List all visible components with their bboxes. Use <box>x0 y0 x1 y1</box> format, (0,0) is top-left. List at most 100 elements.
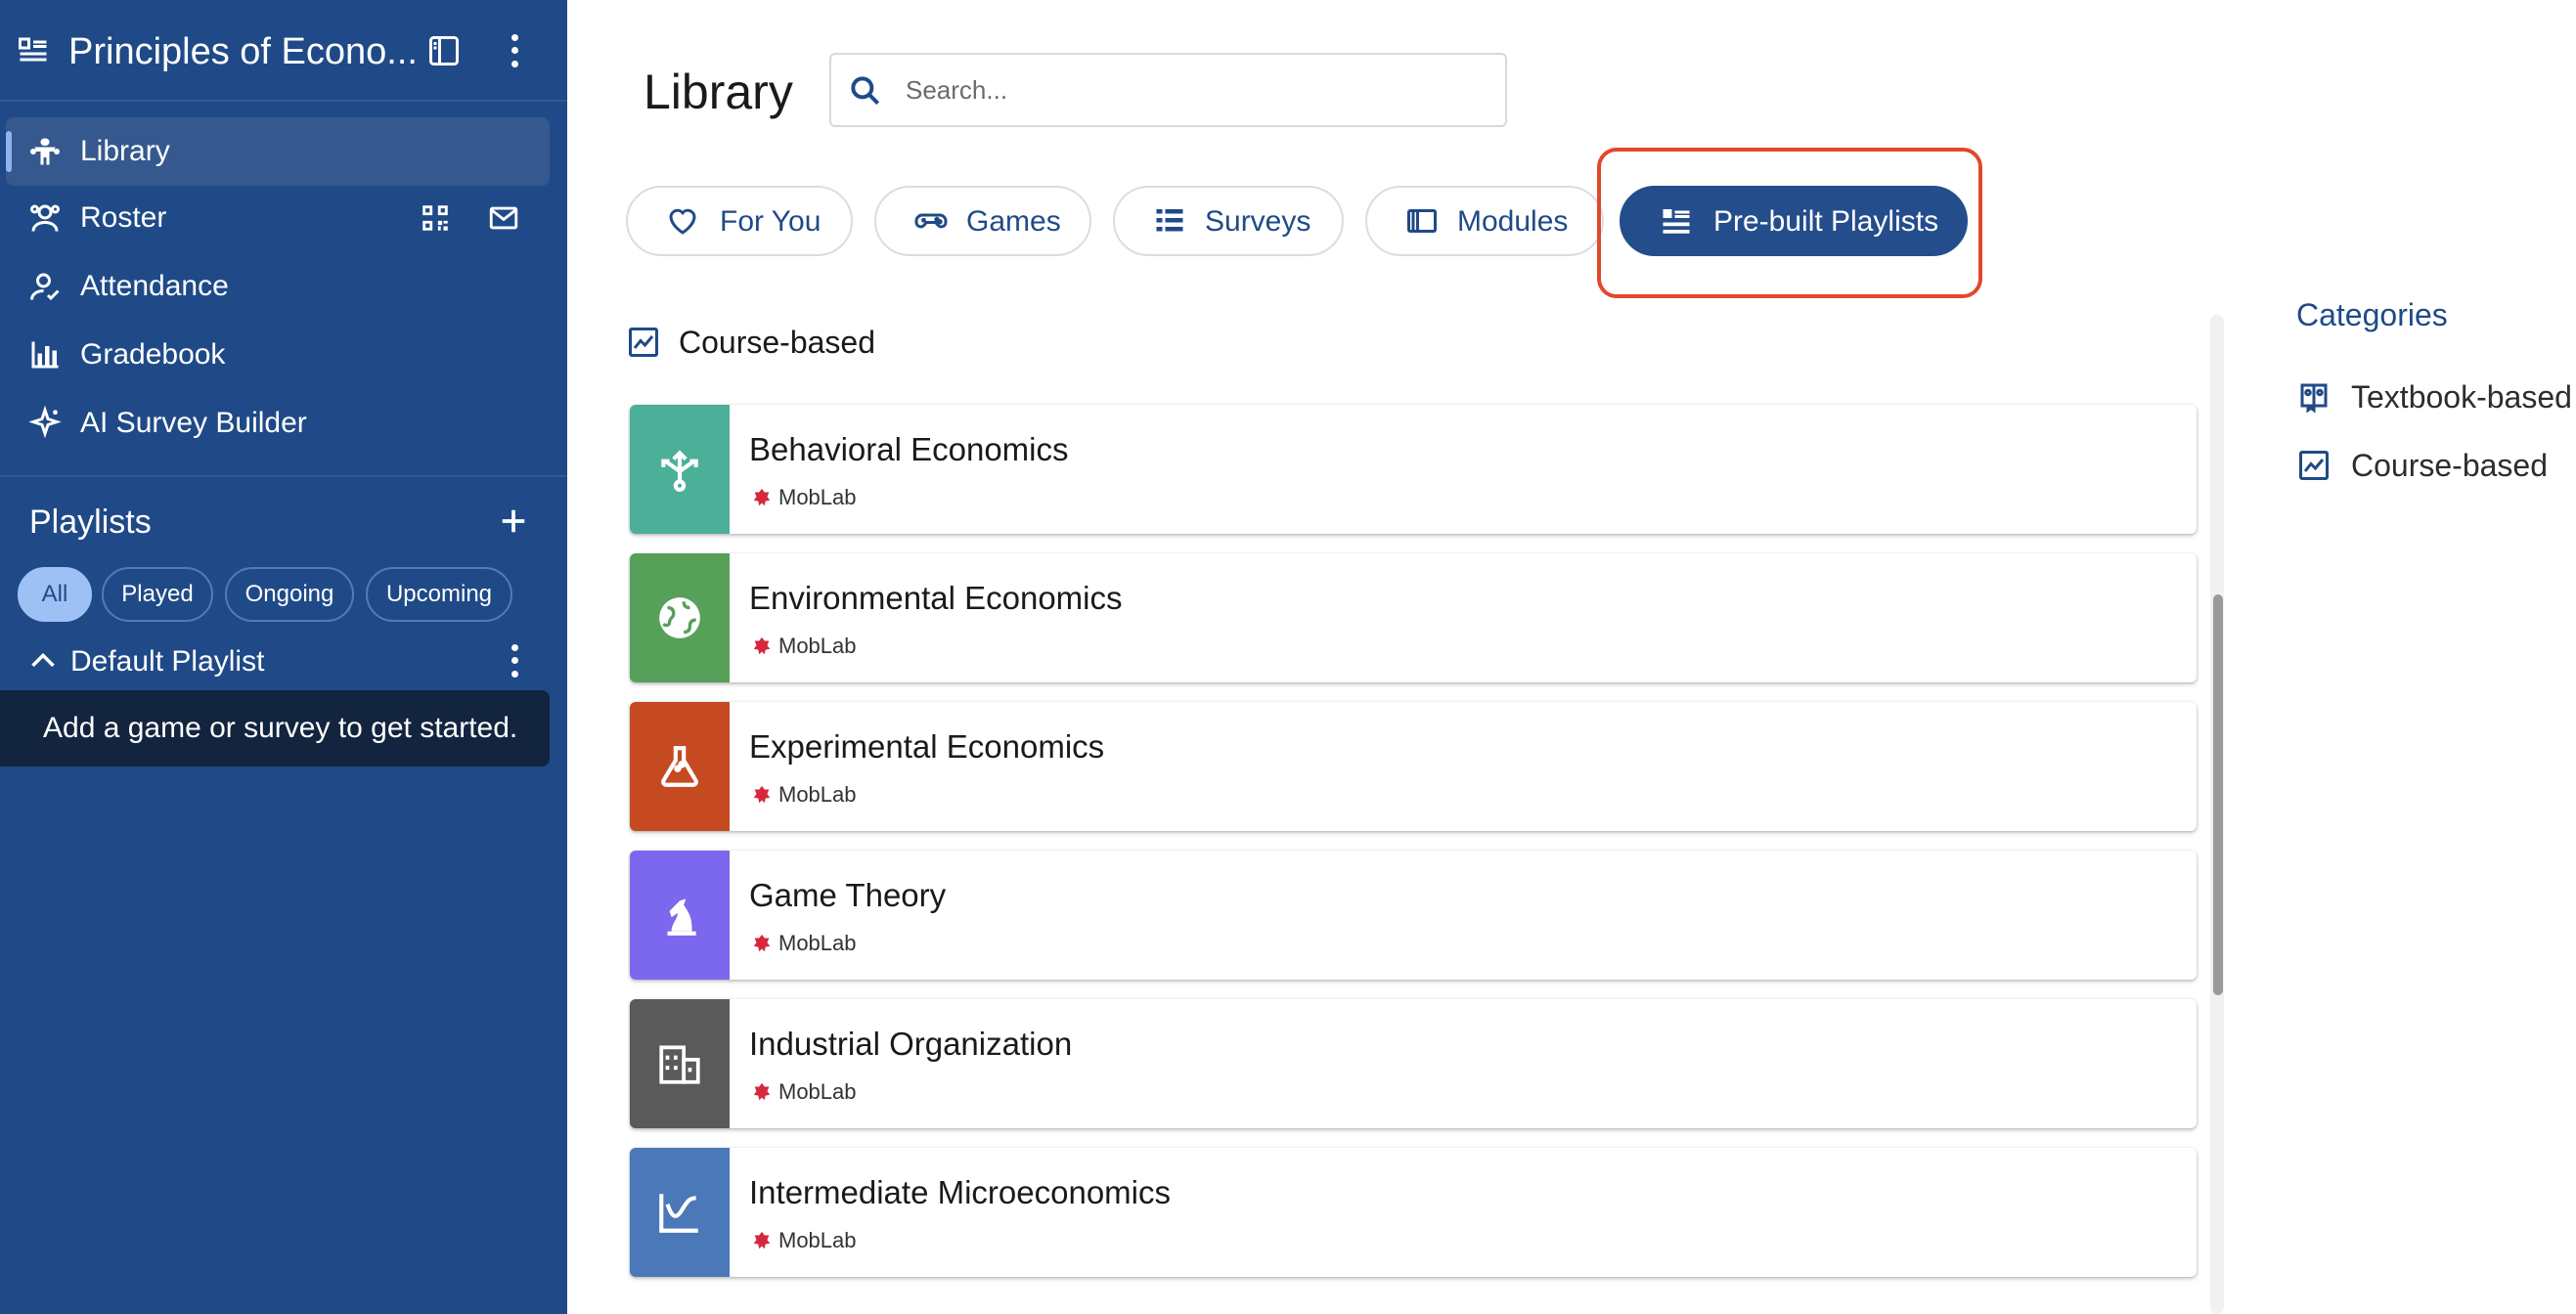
sidebar-collapse-icon[interactable] <box>426 33 462 68</box>
tab-modules[interactable]: Modules <box>1365 186 1604 256</box>
tab-label: Pre-built Playlists <box>1713 205 1939 238</box>
playlist-card[interactable]: Environmental Economics MobLab <box>630 553 2197 682</box>
course-menu-icon[interactable] <box>505 31 524 70</box>
filter-all[interactable]: All <box>18 567 92 622</box>
chevron-up-icon[interactable] <box>29 649 57 671</box>
playlist-menu-icon[interactable] <box>505 641 524 680</box>
filter-ongoing[interactable]: Ongoing <box>225 567 354 622</box>
moblab-logo-icon <box>753 488 771 506</box>
attendance-icon <box>30 273 60 301</box>
tab-label: Games <box>966 205 1061 238</box>
scrollbar-thumb[interactable] <box>2213 594 2223 995</box>
playlist-title: Industrial Organization <box>749 1026 1073 1062</box>
sidebar-item-ai-survey-builder[interactable]: AI Survey Builder <box>0 389 550 458</box>
sidebar-item-label: Attendance <box>80 270 229 302</box>
search-input[interactable] <box>906 68 1492 111</box>
heart-icon <box>669 208 696 235</box>
flask-icon <box>661 746 698 787</box>
playlist-card[interactable]: Game Theory MobLab <box>630 851 2197 980</box>
playlist-title: Game Theory <box>749 877 947 913</box>
list-icon <box>1156 209 1183 232</box>
playlist-thumbnail <box>630 405 730 534</box>
roster-icon <box>30 204 60 232</box>
filter-upcoming[interactable]: Upcoming <box>366 567 512 622</box>
sidebar-item-label: Roster <box>80 201 167 234</box>
playlist-thumbnail <box>630 553 730 682</box>
sidebar-item-attendance[interactable]: Attendance <box>0 252 550 321</box>
category-label: Course-based <box>2351 448 2548 483</box>
chart-icon <box>629 328 658 357</box>
gradebook-icon <box>31 341 59 369</box>
main-content: Library For You Games Surveys Modules <box>567 0 2576 1314</box>
playlist-title: Intermediate Microeconomics <box>749 1174 1171 1210</box>
add-playlist-icon[interactable] <box>499 506 528 536</box>
category-label: Textbook-based <box>2351 379 2572 415</box>
playlist-title: Experimental Economics <box>749 728 1105 765</box>
sidebar-item-label: Gradebook <box>80 338 226 371</box>
building-icon <box>659 1045 700 1084</box>
playlist-thumbnail <box>630 999 730 1128</box>
tab-for-you[interactable]: For You <box>626 186 853 256</box>
active-indicator <box>6 131 12 172</box>
moblab-logo-icon <box>753 1231 771 1249</box>
playlist-card[interactable]: Behavioral Economics MobLab <box>630 405 2197 534</box>
sidebar-divider <box>0 475 567 477</box>
page-title: Library <box>644 65 793 119</box>
qr-code-icon[interactable] <box>419 201 452 235</box>
sidebar-item-label: Library <box>80 135 170 167</box>
playlist-icon <box>1663 209 1690 234</box>
tab-pre-built-playlists[interactable]: Pre-built Playlists <box>1620 186 1968 256</box>
tab-label: Surveys <box>1205 205 1311 238</box>
filter-played[interactable]: Played <box>102 567 213 622</box>
default-playlist-title: Default Playlist <box>70 645 265 678</box>
playlist-provider: MobLab <box>778 485 857 509</box>
course-title[interactable]: Principles of Econo... <box>68 29 418 74</box>
sidebar-item-label: AI Survey Builder <box>80 407 307 439</box>
playlist-card[interactable]: Intermediate Microeconomics MobLab <box>630 1148 2197 1277</box>
search-box[interactable] <box>829 53 1507 127</box>
moblab-logo-icon <box>753 636 771 655</box>
mail-icon[interactable] <box>487 201 520 235</box>
playlist-thumbnail <box>630 851 730 980</box>
playlist-card[interactable]: Industrial Organization MobLab <box>630 999 2197 1128</box>
chart-icon <box>2299 451 2329 480</box>
playlist-list: Behavioral Economics MobLab Environmenta… <box>628 401 2202 1314</box>
sidebar-item-library[interactable]: Library <box>6 117 550 186</box>
moblab-logo-icon <box>753 785 771 804</box>
playlist-thumbnail <box>630 1148 730 1277</box>
playlist-provider: MobLab <box>778 1228 857 1252</box>
library-icon <box>30 138 60 165</box>
playlist-card[interactable]: Experimental Economics MobLab <box>630 702 2197 831</box>
gamepad-icon <box>914 213 948 229</box>
tab-label: Modules <box>1457 205 1569 238</box>
tab-label: For You <box>720 205 822 238</box>
playlist-thumbnail <box>630 702 730 831</box>
textbook-icon <box>2300 383 2328 414</box>
sidebar: Principles of Econo... Library Roster At… <box>0 0 567 1314</box>
playlist-title: Behavioral Economics <box>749 431 1069 467</box>
sparkle-icon <box>28 406 62 439</box>
playlist-provider: MobLab <box>778 1079 857 1104</box>
moblab-logo-icon <box>753 1082 771 1101</box>
empty-playlist-message: Add a game or survey to get started. <box>0 690 550 766</box>
section-title: Course-based <box>679 325 875 360</box>
categories-heading: Categories <box>2296 297 2448 332</box>
tab-surveys[interactable]: Surveys <box>1113 186 1344 256</box>
tab-games[interactable]: Games <box>874 186 1091 256</box>
globe-icon <box>659 597 700 638</box>
course-list-icon <box>19 37 47 62</box>
default-playlist-header[interactable]: Default Playlist <box>0 635 550 686</box>
sidebar-item-roster[interactable]: Roster <box>0 184 550 252</box>
playlist-provider: MobLab <box>778 634 857 658</box>
moblab-logo-icon <box>753 934 771 952</box>
playlist-provider: MobLab <box>778 931 857 955</box>
playlists-heading: Playlists <box>29 504 152 541</box>
chess-knight-icon <box>667 898 696 936</box>
playlist-title: Environmental Economics <box>749 580 1123 616</box>
curve-icon <box>659 1194 698 1233</box>
module-icon <box>1407 209 1437 233</box>
split-arrows-icon <box>661 450 698 492</box>
course-header: Principles of Econo... <box>0 0 567 102</box>
playlist-provider: MobLab <box>778 782 857 807</box>
sidebar-item-gradebook[interactable]: Gradebook <box>0 321 550 389</box>
